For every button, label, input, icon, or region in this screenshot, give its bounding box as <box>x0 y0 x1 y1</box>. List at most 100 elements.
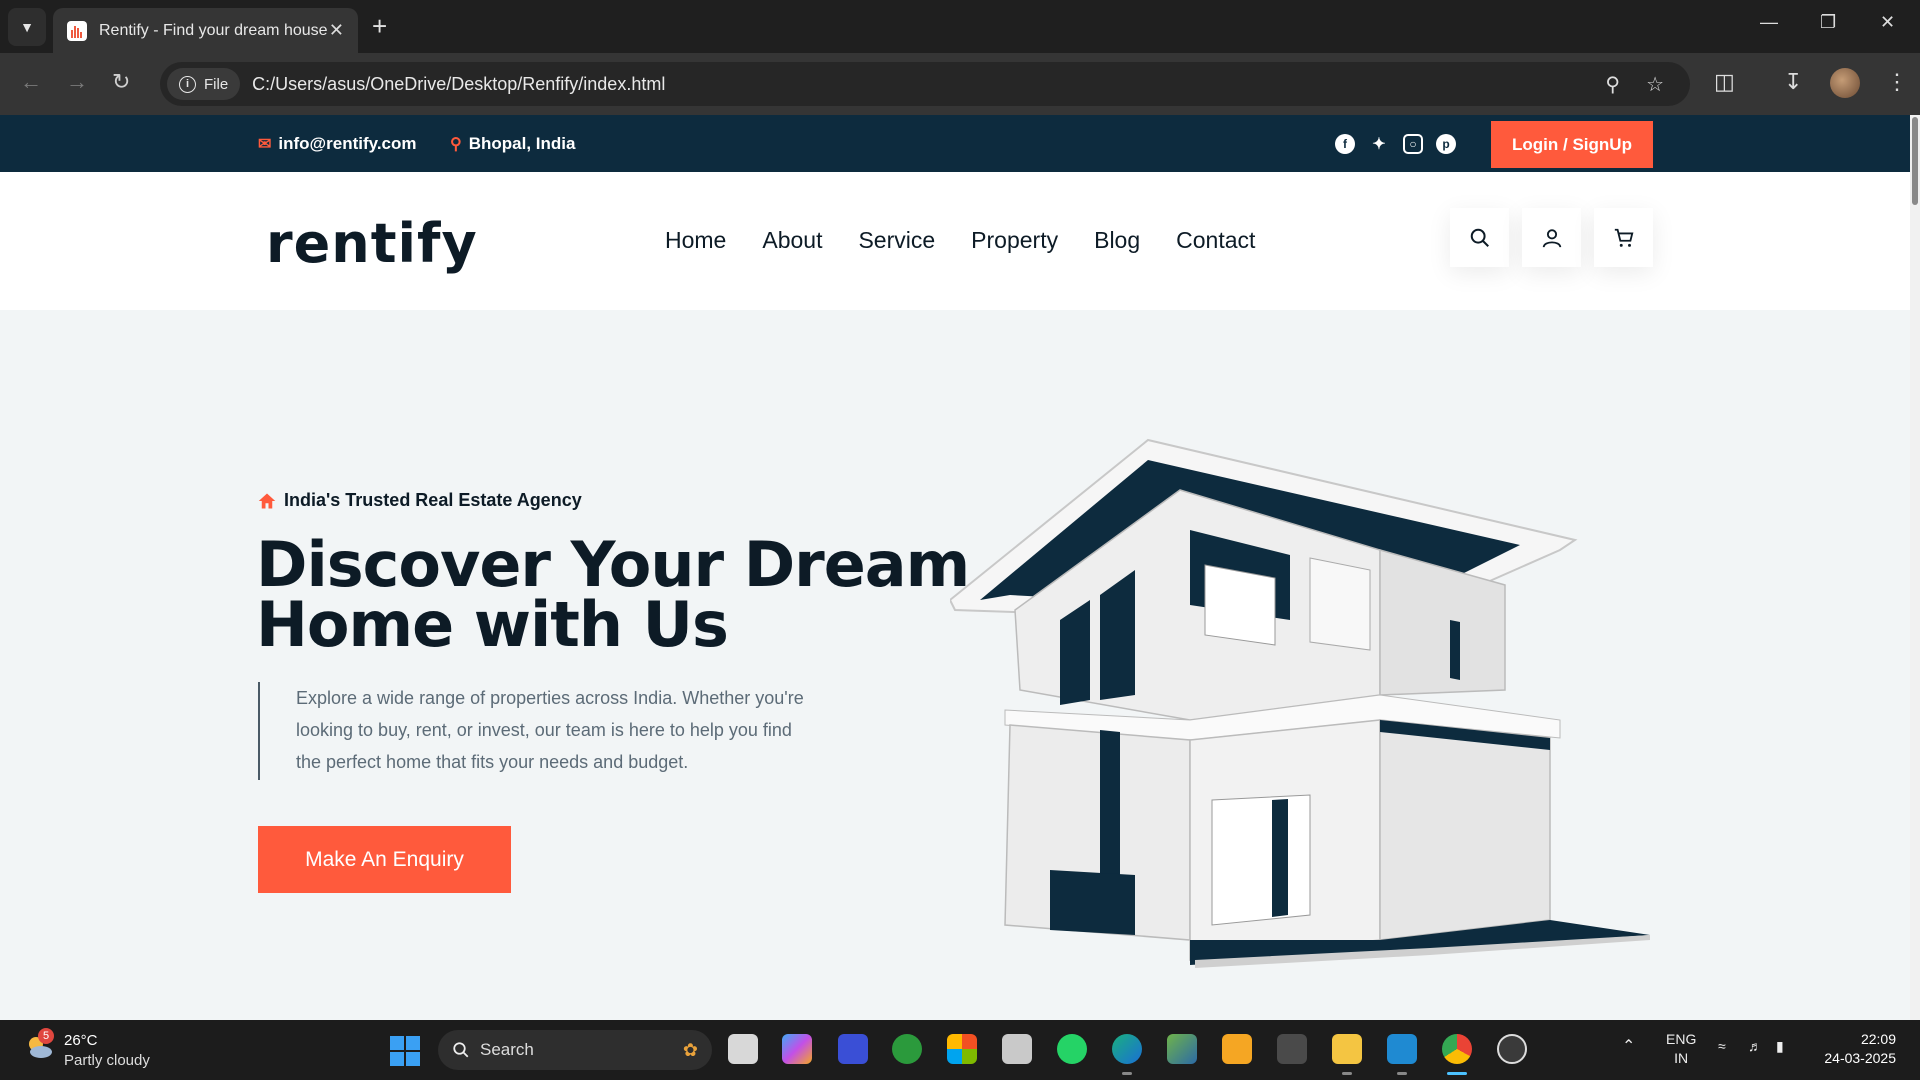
search-highlight-icon: ✿ <box>682 1039 698 1060</box>
scrollbar-thumb[interactable] <box>1912 117 1918 205</box>
site-header: rentify Home About Service Property Blog… <box>0 172 1910 310</box>
close-window-icon[interactable]: ✕ <box>1880 12 1895 33</box>
rentify-favicon-icon <box>67 20 87 41</box>
nav-contact[interactable]: Contact <box>1176 227 1255 254</box>
site-info-label: File <box>204 75 229 93</box>
main-nav: Home About Service Property Blog Contact <box>665 227 1255 254</box>
hero-tagline: India's Trusted Real Estate Agency <box>258 490 582 511</box>
xbox-icon[interactable] <box>892 1034 922 1064</box>
hero-tagline-text: India's Trusted Real Estate Agency <box>284 490 582 510</box>
weather-description[interactable]: Partly cloudy <box>64 1052 150 1069</box>
mail-app-icon[interactable] <box>1002 1034 1032 1064</box>
microsoft-store-icon[interactable] <box>947 1034 977 1064</box>
whatsapp-icon[interactable] <box>1057 1034 1087 1064</box>
map-pin-icon: ⚲ <box>450 136 462 153</box>
edge-icon[interactable] <box>1112 1034 1142 1064</box>
profile-avatar[interactable] <box>1830 68 1860 98</box>
minimize-icon[interactable]: — <box>1760 12 1778 33</box>
zoom-icon[interactable]: ⚲ <box>1605 72 1620 97</box>
task-view-icon[interactable] <box>728 1034 758 1064</box>
house-illustration <box>950 438 1650 968</box>
show-hidden-icons-chevron-up-icon[interactable]: ⌃ <box>1622 1036 1635 1056</box>
nav-home[interactable]: Home <box>665 227 726 254</box>
volume-icon[interactable]: ♬ <box>1748 1038 1762 1054</box>
tab-title: Rentify - Find your dream house <box>99 21 328 39</box>
explorer-running-indicator <box>1342 1072 1352 1075</box>
clock-time: 22:09 <box>1860 1031 1896 1047</box>
search-icon <box>453 1042 469 1058</box>
nav-service[interactable]: Service <box>858 227 935 254</box>
nav-property[interactable]: Property <box>971 227 1058 254</box>
new-tab-icon[interactable]: + <box>372 12 387 40</box>
user-icon <box>1542 228 1561 247</box>
clock-date: 24-03-2025 <box>1824 1050 1896 1066</box>
address-bar[interactable]: i File C:/Users/asus/OneDrive/Desktop/Re… <box>160 62 1690 106</box>
edge-running-indicator <box>1122 1072 1132 1075</box>
cart-icon <box>1614 228 1633 247</box>
download-icon[interactable]: ↧ <box>1784 69 1802 95</box>
site-info-chip[interactable]: i File <box>167 68 241 100</box>
login-signup-button[interactable]: Login / SignUp <box>1491 121 1653 168</box>
productivity-app-icon[interactable] <box>838 1034 868 1064</box>
language-code: ENG <box>1666 1031 1697 1047</box>
nav-about[interactable]: About <box>762 227 822 254</box>
bookmark-star-icon[interactable]: ☆ <box>1646 72 1664 97</box>
close-tab-icon[interactable]: ✕ <box>329 20 344 41</box>
nav-blog[interactable]: Blog <box>1094 227 1140 254</box>
media-player-icon[interactable] <box>1497 1034 1527 1064</box>
browser-tab[interactable]: Rentify - Find your dream house ✕ <box>53 8 358 53</box>
wifi-icon[interactable]: ≈ <box>1718 1038 1726 1054</box>
chrome-icon[interactable] <box>1442 1034 1472 1064</box>
windows-taskbar: 5 26°C Partly cloudy Search ✿ ⌃ ENG IN ≈… <box>0 1020 1920 1080</box>
windows-start-icon[interactable] <box>390 1036 420 1066</box>
copilot-icon[interactable] <box>782 1034 812 1064</box>
photos-icon[interactable] <box>1167 1034 1197 1064</box>
location-contact: ⚲ Bhopal, India <box>450 134 575 154</box>
system-clock[interactable]: 22:09 24-03-2025 <box>1816 1030 1896 1068</box>
file-explorer-icon[interactable] <box>1332 1034 1362 1064</box>
facebook-icon[interactable]: f <box>1335 134 1355 154</box>
region-code: IN <box>1674 1050 1689 1066</box>
hero-title: Discover Your Dream Home with Us <box>256 528 970 661</box>
weather-badge: 5 <box>38 1028 54 1044</box>
chrome-active-indicator <box>1447 1072 1467 1075</box>
browser-toolbar: ← → ↻ i File C:/Users/asus/OneDrive/Desk… <box>0 53 1920 115</box>
home-icon <box>258 493 276 508</box>
menu-dots-icon[interactable]: ⋮ <box>1886 69 1908 95</box>
downloader-icon[interactable] <box>1222 1034 1252 1064</box>
rentify-logo[interactable]: rentify <box>266 212 478 275</box>
weather-temperature[interactable]: 26°C <box>64 1032 98 1049</box>
account-button[interactable] <box>1522 208 1581 267</box>
make-enquiry-button[interactable]: Make An Enquiry <box>258 826 511 893</box>
taskbar-search[interactable]: Search ✿ <box>438 1030 712 1070</box>
back-icon[interactable]: ← <box>20 69 42 95</box>
vscode-icon[interactable] <box>1387 1034 1417 1064</box>
forward-icon[interactable]: → <box>66 69 88 95</box>
instagram-icon[interactable]: ○ <box>1403 134 1423 154</box>
info-icon: i <box>179 75 196 93</box>
search-button[interactable] <box>1450 208 1509 267</box>
hero-description: Explore a wide range of properties acros… <box>258 682 818 780</box>
taskbar-search-label: Search <box>480 1040 534 1059</box>
page-scrollbar[interactable] <box>1910 115 1920 1020</box>
email-contact[interactable]: ✉ info@rentify.com <box>258 134 417 154</box>
extensions-icon[interactable]: ◫ <box>1714 69 1735 95</box>
hero-section: India's Trusted Real Estate Agency Disco… <box>0 310 1910 1020</box>
pinterest-icon[interactable]: p <box>1436 134 1456 154</box>
dev-tool-icon[interactable] <box>1277 1034 1307 1064</box>
search-icon <box>1470 228 1489 247</box>
chevron-down-icon: ▼ <box>20 19 34 35</box>
restore-icon[interactable]: ❐ <box>1820 12 1836 33</box>
tab-list-button[interactable]: ▼ <box>8 8 46 46</box>
location-text: Bhopal, India <box>468 134 576 153</box>
email-text: info@rentify.com <box>278 134 417 153</box>
reload-icon[interactable]: ↻ <box>112 69 130 95</box>
battery-icon[interactable]: ▮ <box>1776 1038 1784 1055</box>
twitter-icon[interactable]: ✦ <box>1369 134 1389 154</box>
vscode-running-indicator <box>1397 1072 1407 1075</box>
language-indicator[interactable]: ENG IN <box>1666 1030 1696 1068</box>
cart-button[interactable] <box>1594 208 1653 267</box>
url-text[interactable]: C:/Users/asus/OneDrive/Desktop/Renfify/i… <box>252 74 1605 95</box>
mail-icon: ✉ <box>258 136 272 153</box>
browser-tab-bar: ▼ Rentify - Find your dream house ✕ + — … <box>0 0 1920 53</box>
